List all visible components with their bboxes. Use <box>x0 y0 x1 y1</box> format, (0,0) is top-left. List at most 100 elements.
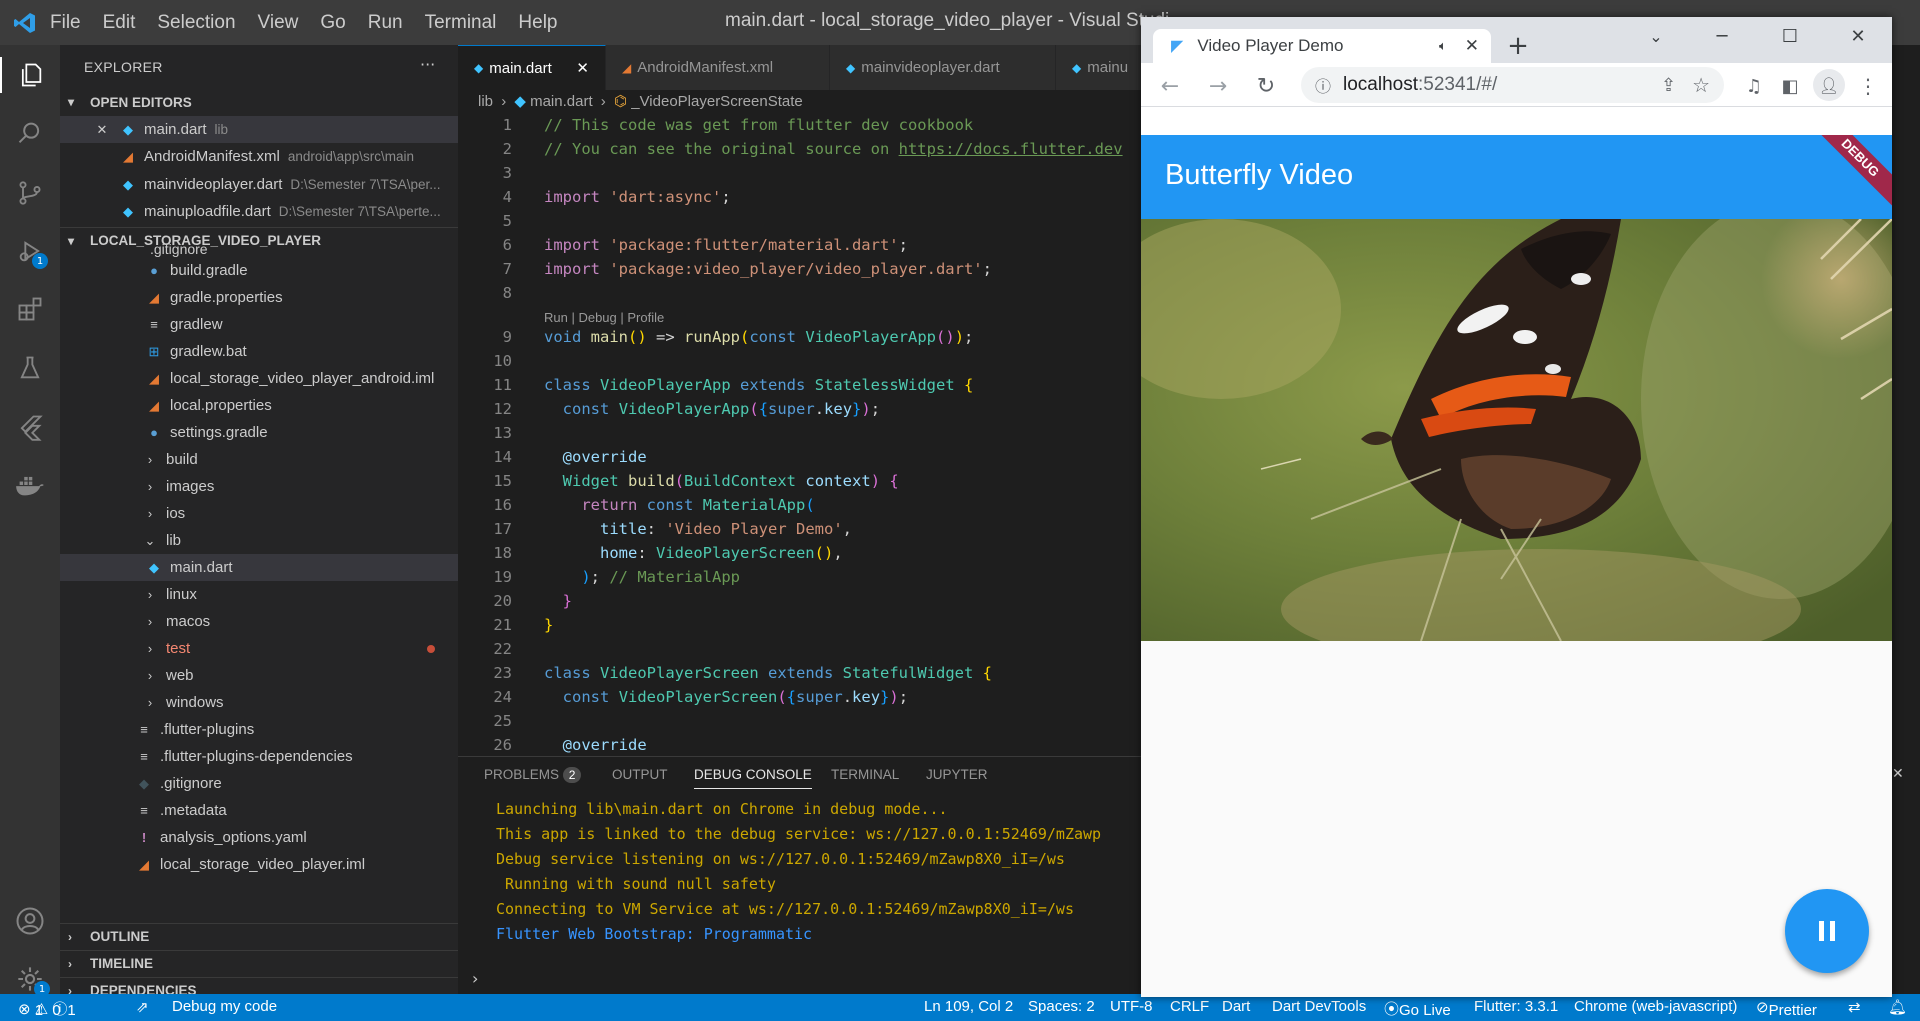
menu-selection[interactable]: Selection <box>157 12 235 34</box>
go-live[interactable]: ⦿ Go Live <box>1384 998 1451 1019</box>
tree-folder[interactable]: › macos <box>60 608 458 635</box>
tree-folder[interactable]: › images <box>60 473 458 500</box>
open-editor-item[interactable]: ✕ ◆ main.dart lib <box>60 116 458 143</box>
bookmark-star-icon[interactable]: ☆ <box>1692 73 1710 98</box>
feedback-icon[interactable]: ⇄ <box>1848 998 1861 1016</box>
tree-file[interactable]: ≡ .flutter-plugins-dependencies <box>60 743 458 770</box>
tab-output[interactable]: OUTPUT <box>612 767 668 782</box>
flutter-icon[interactable] <box>12 409 48 445</box>
tab-jupyter[interactable]: JUPYTER <box>926 767 988 782</box>
tree-file[interactable]: .gitignore <box>60 243 458 257</box>
tab-androidmanifest[interactable]: ◢ AndroidManifest.xml <box>606 45 830 90</box>
codelens-run-debug[interactable]: Run | Debug | Profile <box>544 310 664 325</box>
docker-icon[interactable] <box>12 467 48 503</box>
cursor-position[interactable]: Ln 109, Col 2 <box>924 998 1013 1015</box>
menu-run[interactable]: Run <box>368 12 403 34</box>
close-tab-icon[interactable]: ✕ <box>1465 36 1479 56</box>
explorer-icon[interactable] <box>0 57 60 93</box>
close-icon[interactable]: ✕ <box>576 59 589 77</box>
tree-file[interactable]: ≡ gradlew <box>60 311 458 338</box>
menu-go[interactable]: Go <box>320 12 345 34</box>
testing-icon[interactable] <box>12 350 48 386</box>
reload-icon[interactable]: ↻ <box>1251 71 1281 101</box>
open-editor-item[interactable]: ◆ mainuploadfile.dart D:\Semester 7\TSA\p… <box>60 198 458 225</box>
tree-folder[interactable]: ⌄ lib <box>60 527 458 554</box>
indentation[interactable]: Spaces: 2 <box>1028 998 1095 1015</box>
flutter-version[interactable]: Flutter: 3.3.1 <box>1474 998 1558 1015</box>
more-actions-icon[interactable]: ··· <box>420 55 435 74</box>
close-window-icon[interactable]: ✕ <box>1843 21 1873 51</box>
share-icon[interactable]: ⇪ <box>1661 75 1676 96</box>
profile-avatar-icon[interactable]: 👤︎ <box>1813 69 1845 101</box>
back-arrow-icon[interactable]: ← <box>1155 71 1185 101</box>
tab-main-dart[interactable]: ◆ main.dart ✕ <box>458 45 606 90</box>
tree-file[interactable]: ◢ gradle.properties <box>60 284 458 311</box>
dart-devtools[interactable]: Dart DevTools <box>1272 998 1366 1015</box>
tree-folder[interactable]: › ios <box>60 500 458 527</box>
tree-file[interactable]: ◢ local_storage_video_player.iml <box>60 851 458 878</box>
tree-file[interactable]: ◢ local_storage_video_player_android.iml <box>60 365 458 392</box>
source-control-icon[interactable] <box>12 175 48 211</box>
tree-file[interactable]: ! analysis_options.yaml <box>60 824 458 851</box>
site-info-icon[interactable]: ⓘ <box>1315 73 1331 97</box>
run-debug-icon[interactable]: 1 <box>12 233 48 269</box>
breadcrumb-lib[interactable]: lib <box>478 93 493 110</box>
tab-debug-console[interactable]: DEBUG CONSOLE <box>694 767 812 789</box>
tree-file[interactable]: ● build.gradle <box>60 257 458 284</box>
outline-section[interactable]: › OUTLINE <box>60 923 458 949</box>
eol[interactable]: CRLF <box>1170 998 1209 1015</box>
search-icon[interactable] <box>12 115 48 151</box>
more-menu-icon[interactable]: ⋮ <box>1853 71 1883 101</box>
settings-gear-icon[interactable]: 1 <box>12 961 50 997</box>
notifications-bell-icon[interactable]: 🔔︎ <box>1888 998 1907 1016</box>
new-tab-icon[interactable]: + <box>1503 31 1533 61</box>
menu-help[interactable]: Help <box>518 12 557 34</box>
language-mode[interactable]: Dart <box>1222 998 1250 1015</box>
code-editor[interactable]: 1 2 3 4 5 6 7 8 9 10 11 12 13 14 15 16 1… <box>458 114 1142 754</box>
menu-view[interactable]: View <box>258 12 299 34</box>
tree-file[interactable]: ⊞ gradlew.bat <box>60 338 458 365</box>
tree-folder[interactable]: › windows <box>60 689 458 716</box>
browser-tab[interactable]: ◤ Video Player Demo 🔈︎ ✕ <box>1153 29 1491 63</box>
address-bar[interactable]: ⓘ localhost:52341/#/ ⇪ ☆ <box>1301 67 1724 103</box>
audio-playing-icon[interactable]: 🔈︎ <box>1439 38 1447 54</box>
tree-folder[interactable]: › build <box>60 446 458 473</box>
tree-folder[interactable]: › test <box>60 635 458 662</box>
open-editor-item[interactable]: ◆ mainvideoplayer.dart D:\Semester 7\TSA\… <box>60 171 458 198</box>
debug-status[interactable]: Debug my code <box>172 998 277 1015</box>
tree-file-active[interactable]: ◆ main.dart <box>60 554 458 581</box>
prettier[interactable]: ⊘ Prettier <box>1756 998 1817 1019</box>
media-control-icon[interactable]: ♫ <box>1739 71 1769 101</box>
tab-mainvideoplayer[interactable]: ◆ mainvideoplayer.dart <box>830 45 1056 90</box>
open-editors-section[interactable]: ▾ OPEN EDITORS <box>60 89 458 115</box>
tab-problems[interactable]: PROBLEMS 2 <box>484 767 582 783</box>
timeline-section[interactable]: › TIMELINE <box>60 950 458 976</box>
tree-file[interactable]: ● settings.gradle <box>60 419 458 446</box>
tab-search-chevron-icon[interactable]: ⌄ <box>1641 21 1671 51</box>
breadcrumb-file[interactable]: main.dart <box>530 93 593 110</box>
tree-file[interactable]: ◢ local.properties <box>60 392 458 419</box>
breadcrumb-symbol[interactable]: _VideoPlayerScreenState <box>631 93 803 110</box>
tree-folder[interactable]: › web <box>60 662 458 689</box>
menu-terminal[interactable]: Terminal <box>425 12 497 34</box>
tab-mainupload[interactable]: ◆ mainu <box>1056 45 1142 90</box>
menu-edit[interactable]: Edit <box>103 12 136 34</box>
side-panel-icon[interactable]: ◧ <box>1775 71 1805 101</box>
problems-status[interactable]: ⊗ 1 ⚠ 0 ⓘ 1 <box>18 998 76 1019</box>
close-panel-icon[interactable]: ✕ <box>1892 766 1904 782</box>
tree-folder[interactable]: › linux <box>60 581 458 608</box>
console-input-chevron-icon[interactable]: › <box>472 969 478 988</box>
video-player[interactable] <box>1141 219 1892 641</box>
extensions-icon[interactable] <box>12 291 48 327</box>
tab-terminal[interactable]: TERMINAL <box>831 767 899 782</box>
pause-button[interactable] <box>1785 889 1869 973</box>
maximize-icon[interactable]: ☐ <box>1775 21 1805 51</box>
open-editor-item[interactable]: ◢ AndroidManifest.xml android\app\src\mai… <box>60 143 458 170</box>
device-selector[interactable]: Chrome (web-javascript) <box>1574 998 1737 1015</box>
menu-file[interactable]: File <box>50 12 81 34</box>
forward-arrow-icon[interactable]: → <box>1203 71 1233 101</box>
account-icon[interactable] <box>12 903 48 939</box>
tree-file[interactable]: ≡ .flutter-plugins <box>60 716 458 743</box>
minimize-icon[interactable]: ─ <box>1707 21 1737 51</box>
tree-file[interactable]: ≡ .metadata <box>60 797 458 824</box>
